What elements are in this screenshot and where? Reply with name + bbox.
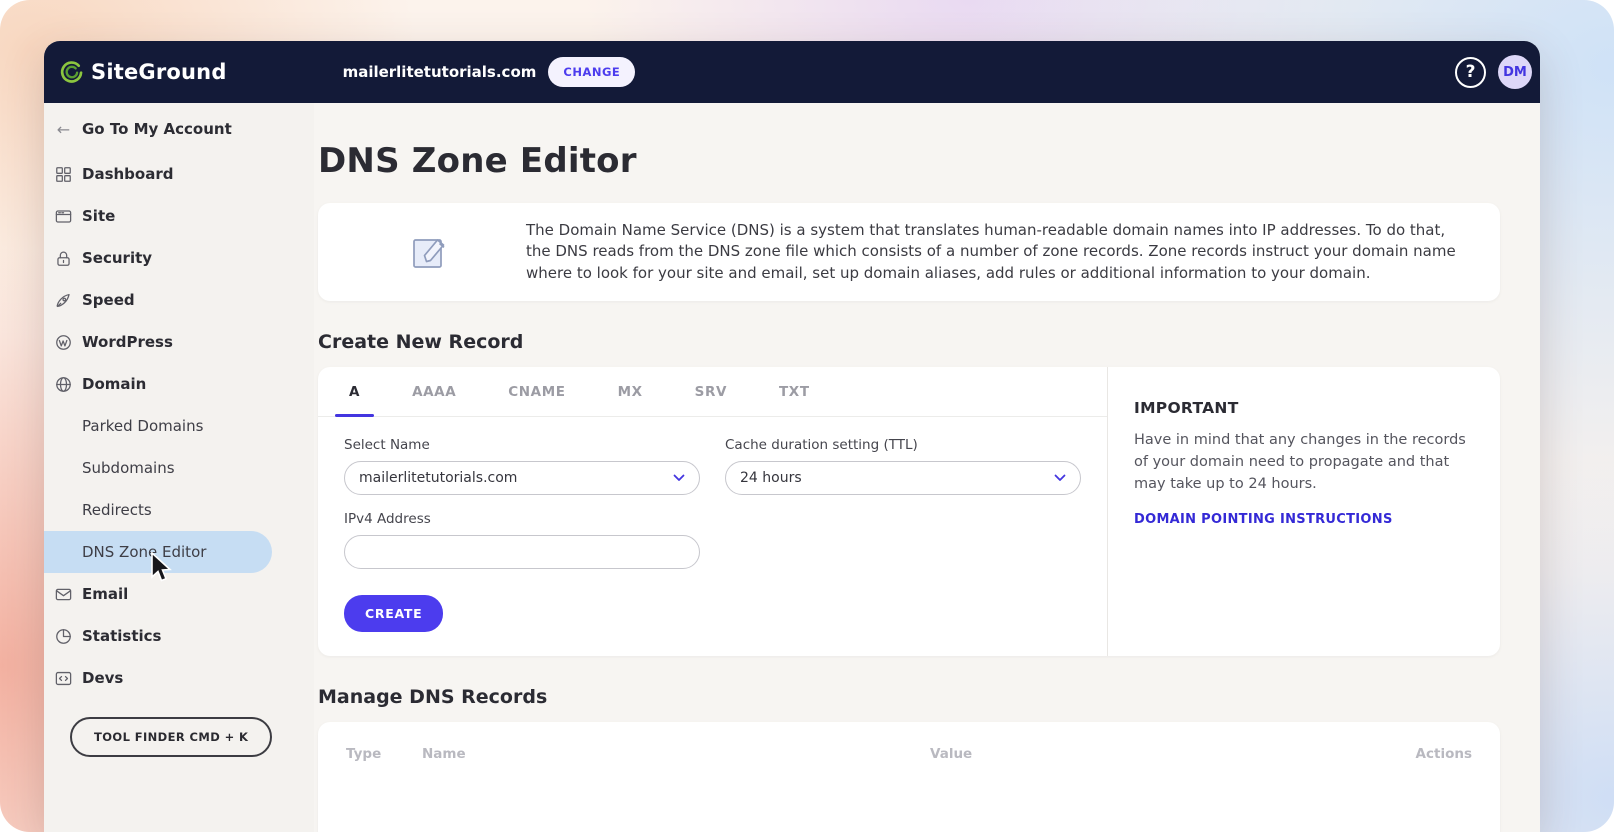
sidebar-item-label: Speed (82, 291, 135, 309)
column-header-value: Value (930, 746, 973, 762)
sidebar-item-dns-zone-editor[interactable]: DNS Zone Editor (44, 531, 272, 573)
sidebar-item-speed[interactable]: Speed (44, 279, 314, 321)
note-pencil-icon (406, 227, 456, 277)
sidebar-item-parked-domains[interactable]: Parked Domains (44, 405, 314, 447)
current-domain: mailerlitetutorials.com (342, 63, 537, 81)
siteground-logo[interactable]: SiteGround (58, 59, 227, 86)
sidebar-item-label: WordPress (82, 333, 173, 351)
manage-dns-records-heading: Manage DNS Records (318, 686, 548, 708)
avatar[interactable]: DM (1498, 55, 1532, 89)
ipv4-field: IPv4 Address (344, 511, 1081, 569)
important-heading: IMPORTANT (1134, 399, 1239, 417)
ttl-field: Cache duration setting (TTL) 24 hours (725, 437, 1081, 495)
sidebar-item-redirects[interactable]: Redirects (44, 489, 314, 531)
sidebar-item-label: Parked Domains (82, 417, 204, 435)
topbar-right: ? DM (1455, 55, 1532, 89)
ipv4-label: IPv4 Address (344, 511, 431, 527)
sidebar-item-label: Devs (82, 669, 124, 687)
current-domain-group: mailerlitetutorials.com CHANGE (343, 57, 636, 87)
sidebar-item-site[interactable]: Site (44, 195, 314, 237)
arrow-left-icon: ← (56, 119, 71, 139)
sidebar-item-dashboard[interactable]: Dashboard (44, 153, 314, 195)
ttl-label: Cache duration setting (TTL) (725, 437, 918, 453)
column-header-type: Type (346, 746, 382, 762)
sidebar-item-label: Security (82, 249, 153, 267)
help-icon[interactable]: ? (1455, 56, 1486, 88)
app-body: ← Go To My Account Dashboard Site Securi… (44, 103, 1540, 832)
tab-srv[interactable]: SRV (681, 367, 741, 416)
sidebar-item-label: Email (82, 585, 129, 603)
select-name-dropdown[interactable]: mailerlitetutorials.com (344, 461, 700, 495)
form-body: Select Name mailerlitetutorials.com Cach… (318, 417, 1107, 652)
tab-a[interactable]: A (335, 367, 375, 417)
chevron-down-icon (673, 474, 685, 481)
chevron-down-icon (1054, 474, 1066, 481)
domain-pointing-instructions-link[interactable]: DOMAIN POINTING INSTRUCTIONS (1134, 512, 1393, 527)
sidebar-item-label: Go To My Account (82, 120, 232, 138)
create-record-form: A AAAA CNAME MX SRV TXT Select Name mail… (318, 367, 1108, 656)
sidebar-item-devs[interactable]: Devs (44, 657, 314, 699)
important-panel: IMPORTANT Have in mind that any changes … (1108, 367, 1500, 656)
dns-info-box: The Domain Name Service (DNS) is a syste… (318, 203, 1500, 301)
sidebar-item-label: Dashboard (82, 165, 174, 183)
sidebar: ← Go To My Account Dashboard Site Securi… (44, 103, 314, 832)
ttl-value: 24 hours (740, 470, 802, 486)
tab-mx[interactable]: MX (604, 367, 657, 416)
siteground-logo-icon (60, 60, 83, 83)
grid-icon (56, 166, 71, 182)
create-record-card: A AAAA CNAME MX SRV TXT Select Name mail… (318, 367, 1500, 656)
dns-records-table: Type Name Value Actions (318, 722, 1500, 832)
brand-name: SiteGround (91, 60, 227, 84)
main-content: DNS Zone Editor The Domain Name Service … (314, 103, 1540, 832)
browser-icon (55, 209, 72, 223)
sidebar-item-security[interactable]: Security (44, 237, 314, 279)
important-text: Have in mind that any changes in the rec… (1134, 432, 1466, 492)
page-title: DNS Zone Editor (318, 141, 637, 181)
topbar: SiteGround mailerlitetutorials.com CHANG… (44, 41, 1540, 103)
column-header-actions: Actions (1415, 746, 1472, 762)
tab-aaaa[interactable]: AAAA (398, 367, 470, 416)
sidebar-item-statistics[interactable]: Statistics (44, 615, 314, 657)
select-name-label: Select Name (344, 437, 430, 453)
sidebar-item-label: Site (82, 207, 116, 225)
globe-icon (56, 376, 71, 392)
tool-finder-button[interactable]: TOOL FINDER CMD + K (70, 717, 273, 757)
table-header-row: Type Name Value Actions (318, 722, 1500, 762)
column-header-name: Name (422, 746, 466, 762)
create-button[interactable]: CREATE (344, 595, 444, 632)
lock-icon (57, 251, 70, 266)
page-background: SiteGround mailerlitetutorials.com CHANG… (0, 0, 1614, 832)
sidebar-item-go-to-my-account[interactable]: ← Go To My Account (44, 103, 314, 149)
code-icon (55, 671, 72, 685)
pie-chart-icon (56, 628, 71, 644)
tab-cname[interactable]: CNAME (494, 367, 579, 416)
sidebar-item-label: Redirects (82, 501, 152, 519)
sidebar-item-label: Domain (82, 375, 147, 393)
dns-info-text: The Domain Name Service (DNS) is a syste… (526, 220, 1456, 282)
select-name-field: Select Name mailerlitetutorials.com (344, 437, 700, 495)
sidebar-item-label: Subdomains (82, 459, 175, 477)
mail-icon (55, 588, 72, 600)
sidebar-item-label: Statistics (82, 627, 162, 645)
select-name-value: mailerlitetutorials.com (359, 470, 518, 486)
app-window: SiteGround mailerlitetutorials.com CHANG… (44, 41, 1540, 832)
record-type-tabs: A AAAA CNAME MX SRV TXT (318, 367, 1107, 417)
create-new-record-heading: Create New Record (318, 331, 524, 353)
rocket-icon (56, 293, 70, 307)
ipv4-input[interactable] (344, 535, 700, 569)
sidebar-item-subdomains[interactable]: Subdomains (44, 447, 314, 489)
change-domain-button[interactable]: CHANGE (548, 57, 636, 87)
ttl-dropdown[interactable]: 24 hours (725, 461, 1081, 495)
sidebar-item-label: DNS Zone Editor (82, 543, 207, 561)
wordpress-icon (56, 334, 71, 350)
tab-txt[interactable]: TXT (765, 367, 824, 416)
sidebar-item-wordpress[interactable]: WordPress (44, 321, 314, 363)
sidebar-item-email[interactable]: Email (44, 573, 314, 615)
sidebar-item-domain[interactable]: Domain (44, 363, 314, 405)
